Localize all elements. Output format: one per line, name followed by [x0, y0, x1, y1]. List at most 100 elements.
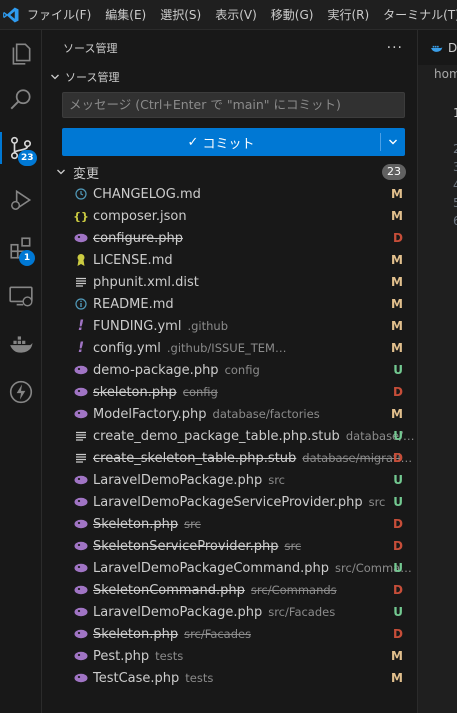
- license-icon: [74, 252, 88, 268]
- file-change-row[interactable]: LaravelDemoPackageCommand.php src/Command…: [43, 557, 417, 579]
- php-icon: [74, 384, 88, 400]
- commit-dropdown-button[interactable]: [381, 128, 405, 156]
- activity-remote-explorer[interactable]: [0, 274, 42, 318]
- file-status-badge: D: [393, 583, 403, 597]
- sidebar-header: ソース管理 ···: [43, 30, 417, 66]
- file-status-badge: U: [393, 363, 403, 377]
- editor-tab[interactable]: D: [418, 30, 457, 65]
- file-path: tests: [155, 649, 184, 663]
- menu-bar: ファイル(F) 編集(E) 選択(S) 表示(V) 移動(G) 実行(R) ター…: [20, 0, 457, 29]
- file-change-row[interactable]: ! FUNDING.yml .github M: [43, 315, 417, 337]
- file-status-badge: D: [393, 627, 403, 641]
- file-change-row[interactable]: create_demo_package_table.php.stub databa…: [43, 425, 417, 447]
- file-change-row[interactable]: skeleton.php config D: [43, 381, 417, 403]
- file-change-row[interactable]: ! config.yml .github/ISSUE_TEMPLATE M: [43, 337, 417, 359]
- extensions-badge: 1: [19, 250, 35, 266]
- php-icon: [74, 406, 88, 422]
- file-status-badge: U: [393, 495, 403, 509]
- file-name: configure.php: [93, 230, 183, 246]
- file-status-badge: M: [391, 187, 403, 201]
- file-path: src/Commands: [335, 561, 417, 575]
- file-name: Skeleton.php: [93, 516, 179, 532]
- changes-label: 変更: [73, 166, 100, 182]
- file-change-row[interactable]: demo-package.php config U: [43, 359, 417, 381]
- source-control-section-header[interactable]: ソース管理: [43, 66, 417, 88]
- file-path: src: [368, 495, 386, 509]
- breadcrumb[interactable]: hom: [434, 67, 457, 81]
- activity-source-control[interactable]: 23: [0, 126, 42, 170]
- file-change-row[interactable]: phpunit.xml.dist M: [43, 271, 417, 293]
- file-status-badge: D: [393, 517, 403, 531]
- line-number: 2: [453, 142, 457, 156]
- php-icon: [74, 560, 88, 576]
- file-status-badge: U: [393, 605, 403, 619]
- menu-view[interactable]: 表示(V): [208, 0, 264, 29]
- file-path: src: [268, 473, 286, 487]
- file-name: LICENSE.md: [93, 252, 173, 268]
- activity-search[interactable]: [0, 78, 42, 122]
- file-status-badge: M: [391, 649, 403, 663]
- editor-tab-label: D: [448, 40, 457, 55]
- menu-run[interactable]: 実行(R): [320, 0, 376, 29]
- file-path: database/factories: [212, 407, 320, 421]
- file-name: Pest.php: [93, 648, 150, 664]
- line-number: 4: [453, 178, 457, 192]
- php-icon: [74, 648, 88, 664]
- file-change-row[interactable]: create_skeleton_table.php.stub database/m…: [43, 447, 417, 469]
- file-name: demo-package.php: [93, 362, 219, 378]
- php-icon: [74, 494, 88, 510]
- activity-docker[interactable]: [0, 322, 42, 366]
- file-change-row[interactable]: LaravelDemoPackage.php src/Facades U: [43, 601, 417, 623]
- text-lines-icon: [74, 450, 88, 466]
- commit-message-input[interactable]: メッセージ (Ctrl+Enter で "main" にコミット): [62, 92, 405, 118]
- activity-extensions[interactable]: 1: [0, 226, 42, 270]
- file-status-badge: U: [393, 561, 403, 575]
- file-status-badge: D: [393, 539, 403, 553]
- vscode-logo-icon: [2, 0, 20, 29]
- file-change-row[interactable]: TestCase.php tests M: [43, 667, 417, 689]
- activity-run-debug[interactable]: [0, 178, 42, 222]
- file-change-row[interactable]: configure.php D: [43, 227, 417, 249]
- file-change-row[interactable]: SkeletonCommand.php src/Commands D: [43, 579, 417, 601]
- file-name: README.md: [93, 296, 174, 312]
- file-change-row[interactable]: CHANGELOG.md M: [43, 183, 417, 205]
- menu-file[interactable]: ファイル(F): [20, 0, 98, 29]
- activity-explorer[interactable]: [0, 32, 42, 76]
- file-change-row[interactable]: ModelFactory.php database/factories M: [43, 403, 417, 425]
- menu-terminal[interactable]: ターミナル(T): [376, 0, 457, 29]
- file-change-row[interactable]: SkeletonServiceProvider.php src D: [43, 535, 417, 557]
- file-path: .github: [187, 319, 229, 333]
- file-name: composer.json: [93, 208, 187, 224]
- file-name: SkeletonCommand.php: [93, 582, 245, 598]
- more-actions-icon[interactable]: ···: [387, 40, 403, 56]
- run-debug-icon: [11, 189, 32, 211]
- file-name: LaravelDemoPackageCommand.php: [93, 560, 330, 576]
- file-change-row[interactable]: Pest.php tests M: [43, 645, 417, 667]
- file-change-row[interactable]: {} composer.json M: [43, 205, 417, 227]
- changelog-icon: [74, 186, 88, 202]
- file-change-row[interactable]: LaravelDemoPackageServiceProvider.php src…: [43, 491, 417, 513]
- file-path: config: [182, 385, 218, 399]
- file-change-row[interactable]: Skeleton.php src D: [43, 513, 417, 535]
- menu-selection[interactable]: 選択(S): [153, 0, 208, 29]
- file-path: src: [284, 539, 302, 553]
- file-change-row[interactable]: LaravelDemoPackage.php src U: [43, 469, 417, 491]
- file-path: src/Commands: [250, 583, 337, 597]
- line-number: 1: [453, 106, 457, 120]
- file-name: create_skeleton_table.php.stub: [93, 450, 297, 466]
- commit-main-button[interactable]: ✓ コミット: [62, 128, 380, 156]
- php-icon: [74, 362, 88, 378]
- activity-lightning[interactable]: [0, 370, 42, 414]
- changes-group-header[interactable]: 変更 23: [43, 161, 417, 183]
- file-status-badge: D: [393, 451, 403, 465]
- php-icon: [74, 472, 88, 488]
- yaml-icon: !: [77, 318, 85, 334]
- file-change-row[interactable]: LICENSE.md M: [43, 249, 417, 271]
- text-lines-icon: [74, 428, 88, 444]
- menu-edit[interactable]: 編集(E): [98, 0, 153, 29]
- file-change-row[interactable]: README.md M: [43, 293, 417, 315]
- commit-label: コミット: [202, 136, 255, 152]
- file-status-badge: M: [391, 407, 403, 421]
- menu-go[interactable]: 移動(G): [264, 0, 321, 29]
- file-change-row[interactable]: Skeleton.php src/Facades D: [43, 623, 417, 645]
